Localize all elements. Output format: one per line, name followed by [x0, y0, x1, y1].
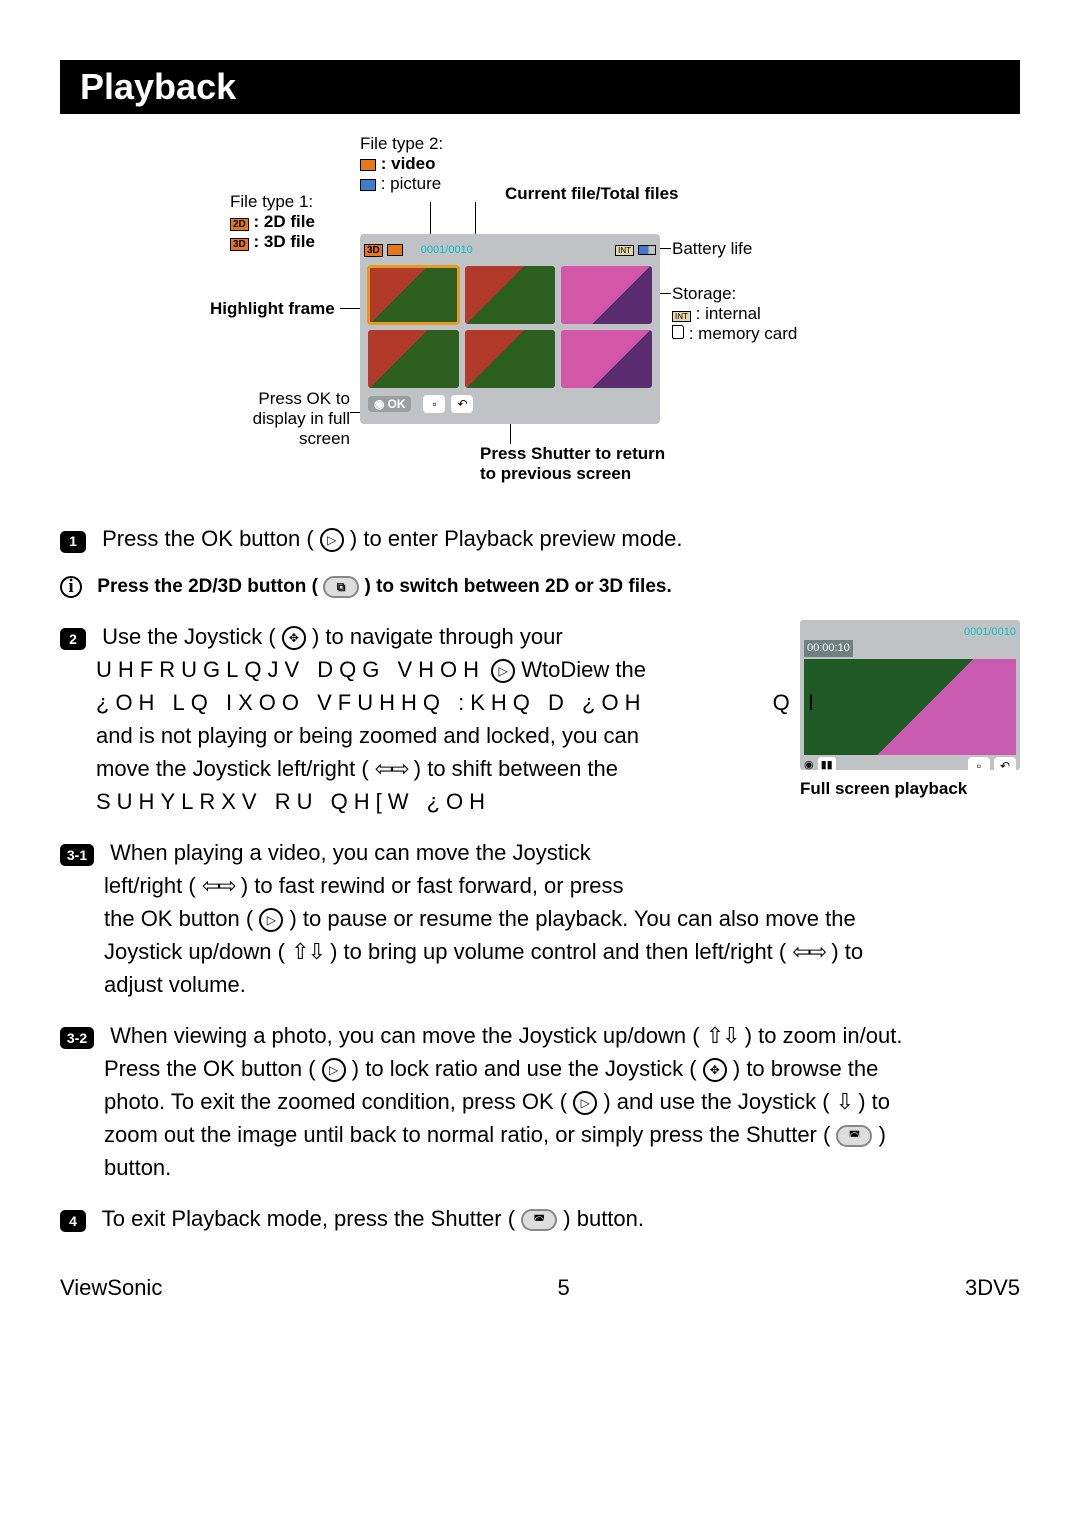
mini-timestamp: 00:00:10	[804, 640, 853, 657]
file-type-2-video: : video	[381, 154, 436, 173]
thumbnail	[465, 330, 556, 388]
press-ok-line2: display in full	[210, 409, 350, 429]
garbled-text: ¿OH LQ IXOO VFUHHQ :KHQ D ¿OH	[96, 690, 646, 715]
ok-button-icon: ▷	[573, 1091, 597, 1115]
mini-image	[804, 659, 1016, 755]
page-footer: ViewSonic 5 3DV5	[60, 1275, 1020, 1301]
playback-diagram: File type 2: : video : picture Current f…	[60, 134, 1020, 504]
joystick-icon: ◉	[374, 397, 384, 411]
2d-3d-button-icon: ⧉	[323, 576, 359, 598]
info-icon: i	[60, 576, 82, 598]
press-ok-line3: screen	[210, 429, 350, 449]
garbled-text: the	[615, 657, 646, 682]
lcd-battery-icon	[638, 245, 656, 255]
fullscreen-playback-screen: 0001/0010 00:00:10 ◉ ▮▮ ▫ ↶	[800, 620, 1020, 770]
step-1: 1 Press the OK button ( ▷ ) to enter Pla…	[60, 522, 1020, 555]
playback-preview-screen: 3D 0001/0010 INT ◉ OK	[360, 234, 660, 424]
lcd-ok-button: ◉ OK	[368, 396, 411, 412]
left-right-icon: ⇦⇨	[375, 756, 408, 781]
up-down-icon: ⇧⇩	[706, 1023, 739, 1048]
step-number-3-2: 3-2	[60, 1027, 94, 1049]
info-note: i Press the 2D/3D button ( ⧉ ) to switch…	[60, 573, 1020, 602]
current-total-label: Current file/Total files	[505, 184, 679, 204]
joystick-4way-icon: ✥	[282, 626, 306, 650]
footer-page: 5	[558, 1275, 570, 1301]
ok-button-icon: ▷	[320, 528, 344, 552]
garbled-text: UHFRUGLQJV DQG VHOH	[96, 657, 485, 682]
step-4: 4 To exit Playback mode, press the Shutt…	[60, 1202, 1020, 1235]
thumbnail	[368, 266, 459, 324]
step-number-4: 4	[60, 1210, 86, 1232]
lcd-3d-icon: 3D	[364, 244, 383, 257]
joystick-4way-icon: ✥	[703, 1058, 727, 1082]
garbled-text: Q I	[773, 686, 820, 719]
lcd-counter: 0001/0010	[421, 244, 473, 256]
step-number-3-1: 3-1	[60, 844, 94, 866]
press-shutter-line2: to previous screen	[480, 464, 665, 484]
thumbnail	[368, 330, 459, 388]
step-number-1: 1	[60, 531, 86, 553]
shutter-button-icon: ◚	[836, 1125, 872, 1147]
garbled-text: SUHYLRXV RU QH[W ¿OH	[96, 789, 491, 814]
step-3-2: 3-2 When viewing a photo, you can move t…	[60, 1019, 1020, 1184]
storage-internal: : internal	[696, 304, 761, 323]
thumbnail	[465, 266, 556, 324]
storage-label: Storage:	[672, 284, 797, 304]
footer-model: 3DV5	[965, 1275, 1020, 1301]
file-type-1-2d: : 2D file	[254, 212, 315, 231]
page-title: Playback	[60, 60, 1020, 114]
ok-button-icon: ▷	[259, 908, 283, 932]
lcd-video-icon	[387, 244, 403, 256]
step-3-1: 3-1 When playing a video, you can move t…	[60, 836, 1020, 1001]
file-type-1-label: File type 1:	[230, 192, 315, 212]
pause-icon: ▮▮	[818, 757, 836, 774]
left-right-icon: ⇦⇨	[792, 939, 825, 964]
ok-button-icon: ▷	[322, 1058, 346, 1082]
battery-life-label: Battery life	[672, 239, 752, 259]
play-icon: ▷	[491, 659, 515, 683]
down-icon: ⇩	[836, 1089, 852, 1114]
step-number-2: 2	[60, 628, 86, 650]
joystick-icon: ◉	[804, 757, 814, 774]
file-type-2-label: File type 2:	[360, 134, 443, 154]
highlight-frame-label: Highlight frame	[210, 299, 335, 319]
fullscreen-caption: Full screen playback	[800, 776, 1020, 802]
picture-icon	[360, 179, 376, 191]
shutter-button-icon: ◚	[521, 1209, 557, 1231]
video-icon	[360, 159, 376, 171]
garbled-text: WtoDiew	[521, 657, 609, 682]
mini-counter: 0001/0010	[804, 624, 1016, 641]
internal-icon: INT	[672, 311, 691, 322]
lcd-storage-icon: INT	[615, 245, 634, 256]
press-ok-line1: Press OK to	[210, 389, 350, 409]
shutter-icon: ▫	[968, 757, 990, 775]
file-type-2-picture: : picture	[381, 174, 441, 193]
memory-card-icon	[672, 325, 684, 339]
file-type-1-3d: : 3D file	[254, 232, 315, 251]
press-shutter-line1: Press Shutter to return	[480, 444, 665, 464]
lcd-return-icon: ↶	[451, 395, 473, 413]
storage-memcard: : memory card	[689, 324, 798, 343]
lcd-shutter-icon: ▫	[423, 395, 445, 413]
return-icon: ↶	[994, 757, 1016, 775]
thumbnail	[561, 330, 652, 388]
3d-icon: 3D	[230, 238, 249, 251]
2d-icon: 2D	[230, 218, 249, 231]
thumbnail	[561, 266, 652, 324]
footer-brand: ViewSonic	[60, 1275, 162, 1301]
up-down-icon: ⇧⇩	[291, 939, 324, 964]
step-2: 0001/0010 00:00:10 ◉ ▮▮ ▫ ↶ Full screen …	[60, 620, 1020, 818]
left-right-icon: ⇦⇨	[202, 873, 235, 898]
